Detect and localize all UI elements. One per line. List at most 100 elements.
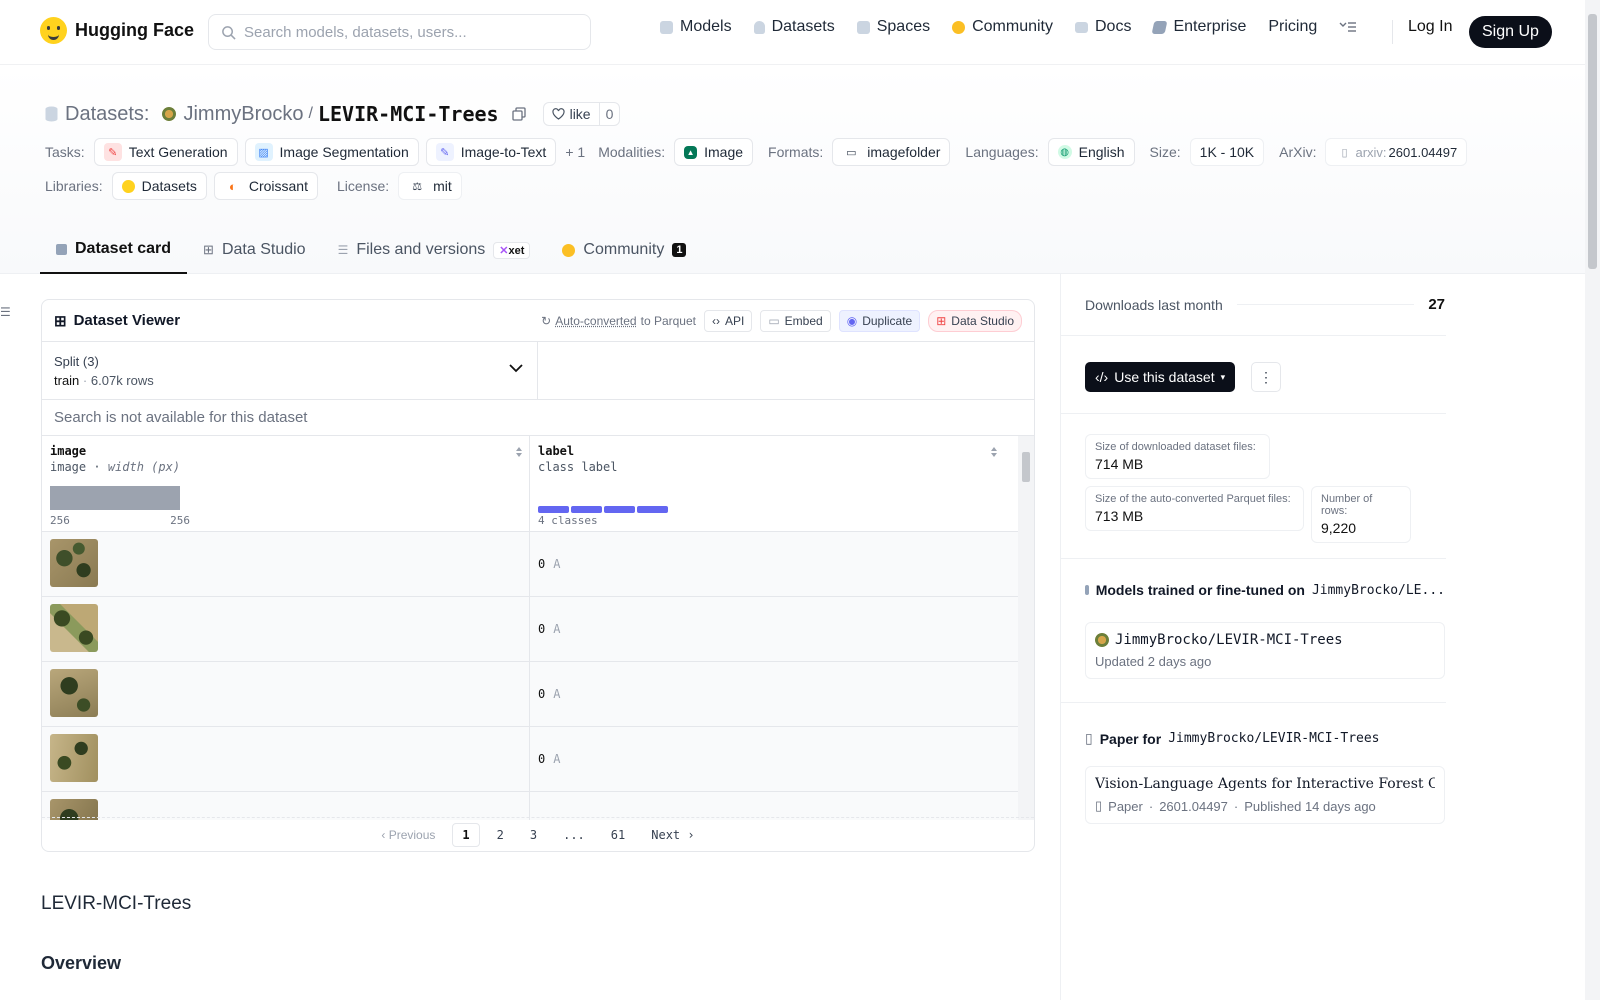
paper-icon: ▯ [1085,730,1093,746]
split-select[interactable]: Split (3) train · 6.07k rows [42,342,538,399]
search-input[interactable] [244,23,574,41]
split-rows: 6.07k rows [90,373,154,388]
tag-image-modality[interactable]: ▲ Image [674,138,754,166]
more-options-button[interactable]: ⋮ [1251,362,1281,392]
tag-text-generation[interactable]: ✎ Text Generation [93,138,238,166]
tab-files-and-versions[interactable]: ☰ Files and versions ✕xet [322,226,547,274]
dataset-viewer: ⊞ Dataset Viewer ↻ Auto-converted to Parqu… [41,299,1035,852]
page-3[interactable]: 3 [521,824,546,846]
pagination: ‹ Previous 1 2 3 ... 61 Next › [42,817,1034,851]
nav-more-menu[interactable] [1339,21,1357,33]
search-box[interactable] [208,14,591,50]
login-link[interactable]: Log In [1408,18,1452,36]
page-2[interactable]: 2 [488,824,513,846]
code-icon: ‹/› [1095,369,1109,385]
tag-image-segmentation[interactable]: ▨ Image Segmentation [244,138,419,166]
globe-icon: ◍ [1057,145,1072,159]
grid-scrollbar[interactable] [1018,436,1034,820]
duplicate-button[interactable]: ◉ Duplicate [838,309,921,332]
page-scrollbar[interactable] [1585,0,1600,1000]
tag-image-to-text[interactable]: ✎ Image-to-Text [425,138,557,166]
overview-heading: Overview [41,953,122,973]
split-row: Split (3) train · 6.07k rows [42,342,1034,400]
page-61[interactable]: 61 [602,824,634,846]
repo-name[interactable]: LEVIR-MCI-Trees [318,102,499,126]
page-1[interactable]: 1 [452,822,480,847]
table-row[interactable]: 0A [42,532,1034,597]
next-page-button[interactable]: Next › [642,824,703,846]
refresh-icon: ↻ [541,313,552,328]
tag-license[interactable]: ⚖ mit [398,172,462,200]
model-card[interactable]: JimmyBrocko/LEVIR-MCI-Trees Updated 2 da… [1085,622,1445,679]
table-row[interactable]: 0A [42,727,1034,792]
use-this-dataset-button[interactable]: ‹/› Use this dataset ▾ [1085,362,1236,392]
satellite-image-thumbnail[interactable] [50,604,98,652]
embed-button[interactable]: ▭ Embed [760,309,831,332]
like-button[interactable]: like 0 [542,102,621,126]
tag-arxiv[interactable]: ▯ arxiv: 2601.04497 [1325,138,1468,166]
number-of-rows-stat: Number of rows: 9,220 [1311,486,1411,543]
paper-card[interactable]: Vision-Language Agents for Interactive F… [1085,766,1445,824]
repo-owner-link[interactable]: JimmyBrocko [183,103,303,126]
nav-datasets[interactable]: Datasets [753,18,835,36]
tab-dataset-card[interactable]: Dataset card [40,226,188,274]
cube-icon [1085,585,1089,595]
tag-english[interactable]: ◍ English [1047,138,1135,166]
auto-converted-note[interactable]: ↻ Auto-converted to Parquet [541,314,696,328]
formats-label: Formats: [768,144,824,160]
downloads-stat: Downloads last month 27 [1085,296,1445,313]
image-to-text-icon: ✎ [435,143,454,161]
database-icon [45,106,58,122]
scale-icon: ⚖ [412,180,423,193]
tab-data-studio[interactable]: ⊞ Data Studio [187,226,322,274]
table-row[interactable]: 0A [42,662,1034,727]
sort-icon[interactable] [515,446,523,458]
search-icon [222,25,236,40]
tab-community[interactable]: Community 1 [546,226,702,274]
table-icon: ⊞ [54,312,67,330]
table-row-partial[interactable] [42,792,1034,820]
satellite-image-thumbnail[interactable] [50,734,98,782]
duplicate-icon: ◉ [846,313,858,328]
sort-icon[interactable] [990,446,998,458]
column-header-image[interactable]: image image · width (px) 256 256 [42,436,530,531]
table-row[interactable]: 0A [42,597,1034,662]
tag-datasets-library[interactable]: Datasets [111,172,207,200]
tag-croissant[interactable]: ◐ Croissant [213,172,318,200]
database-icon [753,20,765,34]
nav-enterprise[interactable]: Enterprise [1152,18,1246,36]
width-histogram-bar[interactable] [50,486,180,510]
repo-type-label[interactable]: Datasets: [65,103,149,126]
nav-pricing[interactable]: Pricing [1268,18,1317,36]
brand-logo[interactable]: Hugging Face [40,17,194,44]
nav-docs[interactable]: Docs [1075,18,1131,36]
xet-badge: ✕xet [493,241,531,259]
data-studio-button[interactable]: ⊞ Data Studio [928,309,1022,332]
hugging-face-icon [40,17,67,44]
size-downloaded-stat: Size of downloaded dataset files: 714 MB [1085,434,1270,479]
nav-divider [1392,20,1393,44]
enterprise-icon [1152,20,1168,34]
image-segmentation-icon: ▨ [254,143,273,161]
satellite-image-thumbnail[interactable] [50,539,98,587]
copy-icon[interactable] [511,107,526,121]
tag-size[interactable]: 1K - 10K [1189,138,1265,166]
signup-button[interactable]: Sign Up [1469,16,1552,48]
cube-icon [660,20,673,34]
column-header-label[interactable]: label class label 4 classes [530,436,1020,531]
tags-row-1: Tasks: ✎ Text Generation ▨ Image Segmentat… [45,138,1468,166]
code-icon: ‹› [711,313,720,328]
table-icon: ⊞ [203,242,214,257]
tasks-label: Tasks: [45,144,85,160]
class-distribution-bars[interactable] [538,506,668,513]
nav-models[interactable]: Models [660,18,732,36]
nav-community[interactable]: Community [952,18,1053,36]
sidebar-toggle-icon[interactable]: ☰ [0,305,11,319]
nav-spaces[interactable]: Spaces [856,18,930,36]
api-button[interactable]: ‹› API [703,309,753,332]
tag-imagefolder[interactable]: ▭ imagefolder [832,138,951,166]
tasks-more[interactable]: + 1 [565,144,585,160]
previous-page-button[interactable]: ‹ Previous [372,824,444,846]
satellite-image-thumbnail[interactable] [50,669,98,717]
divider [1061,558,1446,559]
